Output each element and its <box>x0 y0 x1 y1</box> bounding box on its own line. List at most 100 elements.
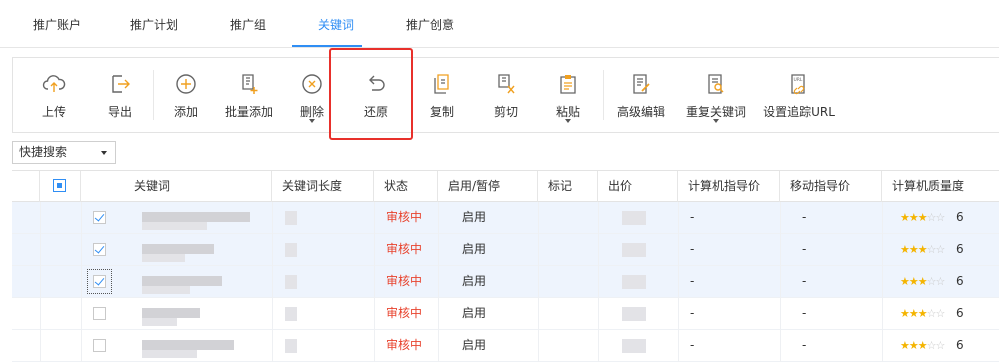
mobile-guide-price: - <box>802 210 807 224</box>
pc-guide-price: - <box>690 274 695 288</box>
header-pc-quality[interactable]: 计算机质量度 <box>882 171 999 202</box>
keyword-text-redacted <box>142 254 185 262</box>
bid-value-redacted[interactable] <box>622 243 646 257</box>
quick-search-select[interactable]: 快捷搜索 <box>12 141 116 164</box>
upload-button[interactable]: 上传 <box>31 58 77 132</box>
mobile-guide-price: - <box>802 242 807 256</box>
keyword-text-redacted <box>142 276 222 286</box>
quality-star-rating: ★★★☆☆ <box>900 243 945 256</box>
tab-group[interactable]: 推广组 <box>230 16 266 33</box>
enable-status-text[interactable]: 启用 <box>452 266 486 297</box>
duplicate-keywords-button[interactable]: 重复关键词 <box>681 58 751 132</box>
enable-status-text[interactable]: 启用 <box>452 234 486 265</box>
bid-value-redacted[interactable] <box>622 307 646 321</box>
bid-value-redacted[interactable] <box>622 211 646 225</box>
cut-button[interactable]: 剪切 <box>483 58 529 132</box>
column-divider <box>374 202 375 362</box>
keyword-length-redacted <box>285 211 297 225</box>
quality-score: 6 <box>956 210 964 224</box>
advanced-edit-label: 高级编辑 <box>616 105 665 119</box>
tab-divider <box>0 47 999 48</box>
table-row[interactable]: 审核中 启用 - - ★★★☆☆ 6 <box>12 266 999 298</box>
column-divider <box>780 202 781 362</box>
upload-label: 上传 <box>41 105 66 119</box>
row-checkbox[interactable] <box>93 275 106 288</box>
action-toolbar: 上传 导出 添加 批量添加 删除 还原 复制 剪切 粘贴 高级编辑 重复关键词 … <box>12 57 999 133</box>
paste-button[interactable]: 粘贴 <box>545 58 591 132</box>
header-keyword[interactable]: 关键词 <box>124 171 272 202</box>
keyword-text-redacted <box>142 212 250 222</box>
keyword-length-redacted <box>285 275 297 289</box>
add-button[interactable]: 添加 <box>163 58 209 132</box>
header-checkbox-cell <box>40 171 81 202</box>
cut-icon <box>498 74 515 94</box>
column-divider <box>438 202 439 362</box>
advanced-edit-icon <box>633 74 650 94</box>
mobile-guide-price: - <box>802 338 807 352</box>
table-row[interactable]: 审核中 启用 - - ★★★☆☆ 6 <box>12 298 999 330</box>
enable-status-text[interactable]: 启用 <box>452 330 486 361</box>
column-divider <box>678 202 679 362</box>
keyword-text-redacted <box>142 308 200 318</box>
export-button[interactable]: 导出 <box>97 58 143 132</box>
status-text: 审核中 <box>386 242 423 256</box>
status-text: 审核中 <box>386 306 423 320</box>
keyword-text-redacted <box>142 286 190 294</box>
quality-star-rating: ★★★☆☆ <box>900 211 945 224</box>
select-all-checkbox[interactable] <box>53 179 66 192</box>
row-checkbox[interactable] <box>93 243 106 256</box>
header-mark[interactable]: 标记 <box>538 171 598 202</box>
header-enable-pause[interactable]: 启用/暂停 <box>438 171 538 202</box>
status-text: 审核中 <box>386 338 423 352</box>
bid-value-redacted[interactable] <box>622 339 646 353</box>
keyword-text-redacted <box>142 340 234 350</box>
column-divider <box>882 202 883 362</box>
tab-plan[interactable]: 推广计划 <box>130 16 178 33</box>
header-keyword-length[interactable]: 关键词长度 <box>272 171 374 202</box>
table-row[interactable]: 审核中 启用 - - ★★★☆☆ 6 <box>12 234 999 266</box>
table-row[interactable]: 审核中 启用 - - ★★★☆☆ 6 <box>12 330 999 362</box>
duplicate-keywords-label: 重复关键词 <box>685 105 746 119</box>
advanced-edit-button[interactable]: 高级编辑 <box>611 58 671 132</box>
keyword-text-redacted <box>142 222 207 230</box>
top-tab-bar: 推广账户 推广计划 推广组 关键词 推广创意 <box>0 0 999 47</box>
pc-guide-price: - <box>690 242 695 256</box>
quality-score: 6 <box>956 242 964 256</box>
delete-dropdown-caret-icon[interactable] <box>309 119 315 123</box>
chevron-down-icon <box>101 151 107 155</box>
add-label: 添加 <box>173 105 198 119</box>
enable-status-text[interactable]: 启用 <box>452 298 486 329</box>
copy-button[interactable]: 复制 <box>419 58 465 132</box>
paste-dropdown-caret-icon[interactable] <box>565 119 571 123</box>
header-mobile-guide-price[interactable]: 移动指导价 <box>780 171 882 202</box>
column-divider <box>40 202 41 362</box>
duplicate-dropdown-caret-icon[interactable] <box>713 119 719 123</box>
tracking-url-button[interactable]: URL 设置追踪URL <box>761 58 837 132</box>
tab-keyword[interactable]: 关键词 <box>318 16 354 33</box>
tab-account[interactable]: 推广账户 <box>33 16 81 33</box>
copy-label: 复制 <box>429 105 454 119</box>
bid-value-redacted[interactable] <box>622 275 646 289</box>
header-status[interactable]: 状态 <box>374 171 438 202</box>
batch-add-button[interactable]: 批量添加 <box>219 58 279 132</box>
column-divider <box>538 202 539 362</box>
header-pc-guide-price[interactable]: 计算机指导价 <box>678 171 780 202</box>
pc-guide-price: - <box>690 338 695 352</box>
header-bid[interactable]: 出价 <box>598 171 678 202</box>
cut-label: 剪切 <box>493 105 518 119</box>
export-icon <box>112 75 130 93</box>
svg-text:URL: URL <box>794 77 803 83</box>
table-row[interactable]: 审核中 启用 - - ★★★☆☆ 6 <box>12 202 999 234</box>
row-checkbox[interactable] <box>93 307 106 320</box>
tracking-url-icon: URL <box>791 74 805 95</box>
keyword-text-redacted <box>142 318 177 326</box>
enable-status-text[interactable]: 启用 <box>452 202 486 233</box>
keyword-length-redacted <box>285 339 297 353</box>
row-checkbox[interactable] <box>93 211 106 224</box>
paste-icon <box>560 75 576 94</box>
keyword-length-redacted <box>285 243 297 257</box>
batch-add-label: 批量添加 <box>224 105 273 119</box>
batch-add-icon <box>242 74 258 94</box>
tab-creative[interactable]: 推广创意 <box>406 16 454 33</box>
row-checkbox[interactable] <box>93 339 106 352</box>
